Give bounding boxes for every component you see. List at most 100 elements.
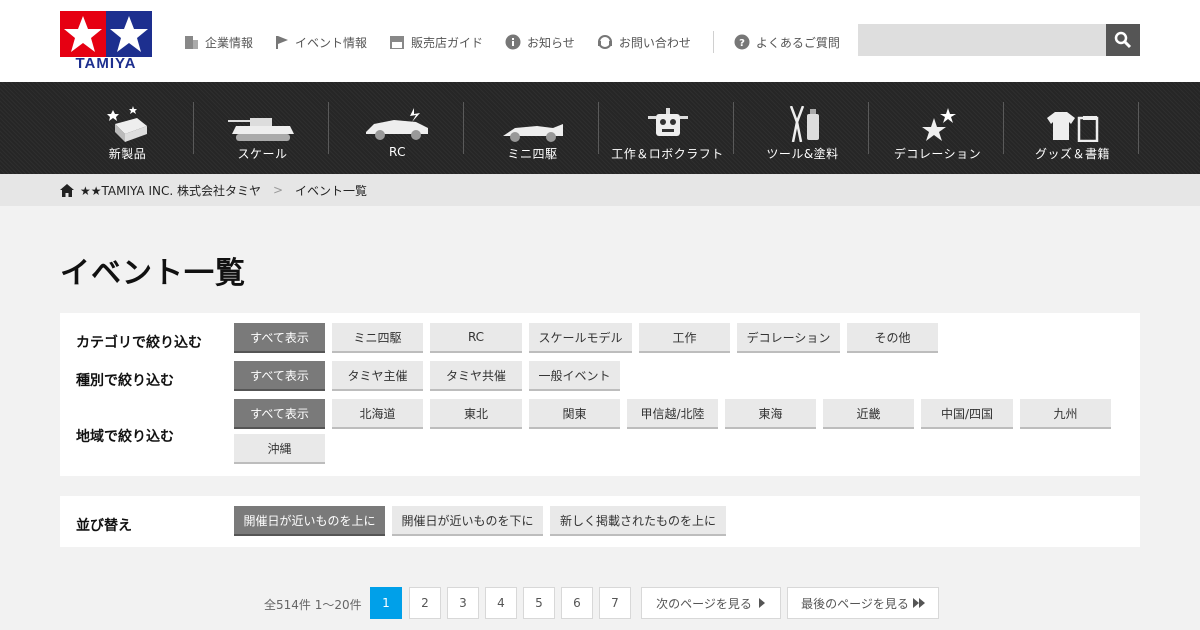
sort-date-nearest-first[interactable]: 開催日が近いものを上に <box>234 506 385 536</box>
category-rc[interactable]: RC <box>330 82 465 174</box>
category-divider <box>1003 102 1004 154</box>
site-header: TAMIYA 企業情報 イベント情報 販売店ガイド お知らせ お問い合わせ ? … <box>0 0 1200 82</box>
mini4wd-icon <box>502 124 563 142</box>
type-filter-tamiya-cohosted[interactable]: タミヤ共催 <box>430 361 522 391</box>
category-decoration[interactable]: デコレーション <box>870 82 1005 174</box>
topnav-company[interactable]: 企業情報 <box>184 34 253 51</box>
page-6-button[interactable]: 6 <box>561 587 593 619</box>
last-page-button[interactable]: 最後のページを見る <box>787 587 939 619</box>
category-divider <box>463 102 464 154</box>
category-label: RC <box>388 145 407 159</box>
search-button[interactable] <box>1106 24 1140 56</box>
region-filter-hokkaido[interactable]: 北海道 <box>332 399 423 429</box>
category-label: ミニ四駆 <box>507 147 558 161</box>
category-scale[interactable]: スケール <box>195 82 330 174</box>
page-2-button[interactable]: 2 <box>409 587 441 619</box>
goods-icon <box>1046 112 1098 142</box>
category-filter-rc[interactable]: RC <box>430 323 522 353</box>
topnav-company-label: 企業情報 <box>205 35 254 50</box>
category-filter-all[interactable]: すべて表示 <box>234 323 325 353</box>
shop-icon <box>390 36 405 49</box>
topnav-contact[interactable]: お問い合わせ <box>597 34 691 51</box>
category-bar: 新製品 スケール RC ミニ四駆 工作＆ロボクラフト ツール&塗料 デコレーショ… <box>0 82 1200 174</box>
region-filter-kinki[interactable]: 近畿 <box>823 399 914 429</box>
robot-icon <box>647 108 688 136</box>
headset-icon <box>597 35 612 49</box>
region-filter-kyushu[interactable]: 九州 <box>1020 399 1111 429</box>
page-title: イベント一覧 <box>60 256 246 291</box>
breadcrumb-separator: > <box>272 183 284 197</box>
category-craft-robocraft[interactable]: 工作＆ロボクラフト <box>600 82 735 174</box>
tamiya-logo[interactable]: TAMIYA <box>60 11 152 71</box>
next-page-label: 次のページを見る <box>656 596 752 611</box>
topnav-events[interactable]: イベント情報 <box>275 34 367 51</box>
search-icon <box>1114 31 1132 49</box>
region-filter-tohoku[interactable]: 東北 <box>430 399 522 429</box>
topnav-shop-guide[interactable]: 販売店ガイド <box>389 34 483 51</box>
region-filter-tokai[interactable]: 東海 <box>725 399 816 429</box>
breadcrumb: ★★TAMIYA INC. 株式会社タミヤ > イベント一覧 <box>0 174 1200 206</box>
category-label: 新製品 <box>108 147 147 161</box>
region-filter-chugoku-shikoku[interactable]: 中国/四国 <box>921 399 1013 429</box>
logo-star-right-icon <box>110 16 148 52</box>
result-count: 全514件 1～20件 <box>264 598 362 612</box>
page-4-button[interactable]: 4 <box>485 587 517 619</box>
region-filter-kanto[interactable]: 関東 <box>529 399 620 429</box>
category-label: ツール&塗料 <box>766 147 839 161</box>
category-goods-books[interactable]: グッズ＆書籍 <box>1005 82 1140 174</box>
sort-newly-posted-first[interactable]: 新しく掲載されたものを上に <box>550 506 726 536</box>
type-filter-all[interactable]: すべて表示 <box>234 361 325 391</box>
category-mini4wd[interactable]: ミニ四駆 <box>465 82 600 174</box>
category-filter-scale-model[interactable]: スケールモデル <box>529 323 632 353</box>
info-icon <box>505 34 521 50</box>
tank-icon <box>227 118 294 141</box>
breadcrumb-home-link[interactable]: ★★TAMIYA INC. 株式会社タミヤ <box>80 182 261 199</box>
topnav-faq-label: よくあるご質問 <box>755 35 840 50</box>
topnav-divider <box>712 31 714 53</box>
category-divider <box>193 102 194 154</box>
category-label: スケール <box>237 147 288 161</box>
category-label: グッズ＆書籍 <box>1034 147 1110 161</box>
category-filter-other[interactable]: その他 <box>847 323 938 353</box>
category-divider <box>733 102 734 154</box>
next-page-button[interactable]: 次のページを見る <box>641 587 781 619</box>
sparkle-icon <box>921 108 956 141</box>
last-page-label: 最後のページを見る <box>801 596 909 611</box>
topnav-news-label: お知らせ <box>527 35 575 50</box>
svg-text:?: ? <box>739 38 745 49</box>
search-input[interactable] <box>858 24 1106 56</box>
topnav-faq[interactable]: ? よくあるご質問 <box>734 34 840 51</box>
home-icon[interactable] <box>60 183 74 197</box>
category-filter-label: カテゴリで絞り込む <box>76 335 202 351</box>
type-filter-general[interactable]: 一般イベント <box>529 361 620 391</box>
topnav-shop-guide-label: 販売店ガイド <box>411 35 484 50</box>
page-3-button[interactable]: 3 <box>447 587 479 619</box>
new-product-icon <box>106 106 147 142</box>
sort-label: 並び替え <box>76 518 132 534</box>
category-divider <box>1138 102 1139 154</box>
category-tools-paint[interactable]: ツール&塗料 <box>735 82 870 174</box>
top-navigation: 企業情報 イベント情報 販売店ガイド お知らせ お問い合わせ ? よくあるご質問 <box>184 31 862 53</box>
flag-icon <box>276 36 289 49</box>
sort-date-nearest-last[interactable]: 開催日が近いものを下に <box>392 506 543 536</box>
category-divider <box>868 102 869 154</box>
type-filter-tamiya-hosted[interactable]: タミヤ主催 <box>332 361 423 391</box>
category-filter-craft[interactable]: 工作 <box>639 323 730 353</box>
region-filter-all[interactable]: すべて表示 <box>234 399 325 429</box>
page-1-button[interactable]: 1 <box>370 587 402 619</box>
category-new-products[interactable]: 新製品 <box>60 82 195 174</box>
double-caret-right-icon <box>912 598 925 608</box>
region-filter-okinawa[interactable]: 沖縄 <box>234 434 325 464</box>
page-5-button[interactable]: 5 <box>523 587 555 619</box>
type-filter-label: 種別で絞り込む <box>76 373 174 389</box>
topnav-news[interactable]: お知らせ <box>505 34 575 51</box>
category-divider <box>598 102 599 154</box>
category-label: デコレーション <box>893 147 982 161</box>
topnav-events-label: イベント情報 <box>295 35 368 50</box>
category-filter-decoration[interactable]: デコレーション <box>737 323 840 353</box>
page-7-button[interactable]: 7 <box>599 587 631 619</box>
region-filter-koshinetsu-hokuriku[interactable]: 甲信越/北陸 <box>627 399 718 429</box>
topnav-contact-label: お問い合わせ <box>618 35 691 50</box>
rc-car-icon <box>365 108 428 140</box>
category-filter-mini4wd[interactable]: ミニ四駆 <box>332 323 423 353</box>
